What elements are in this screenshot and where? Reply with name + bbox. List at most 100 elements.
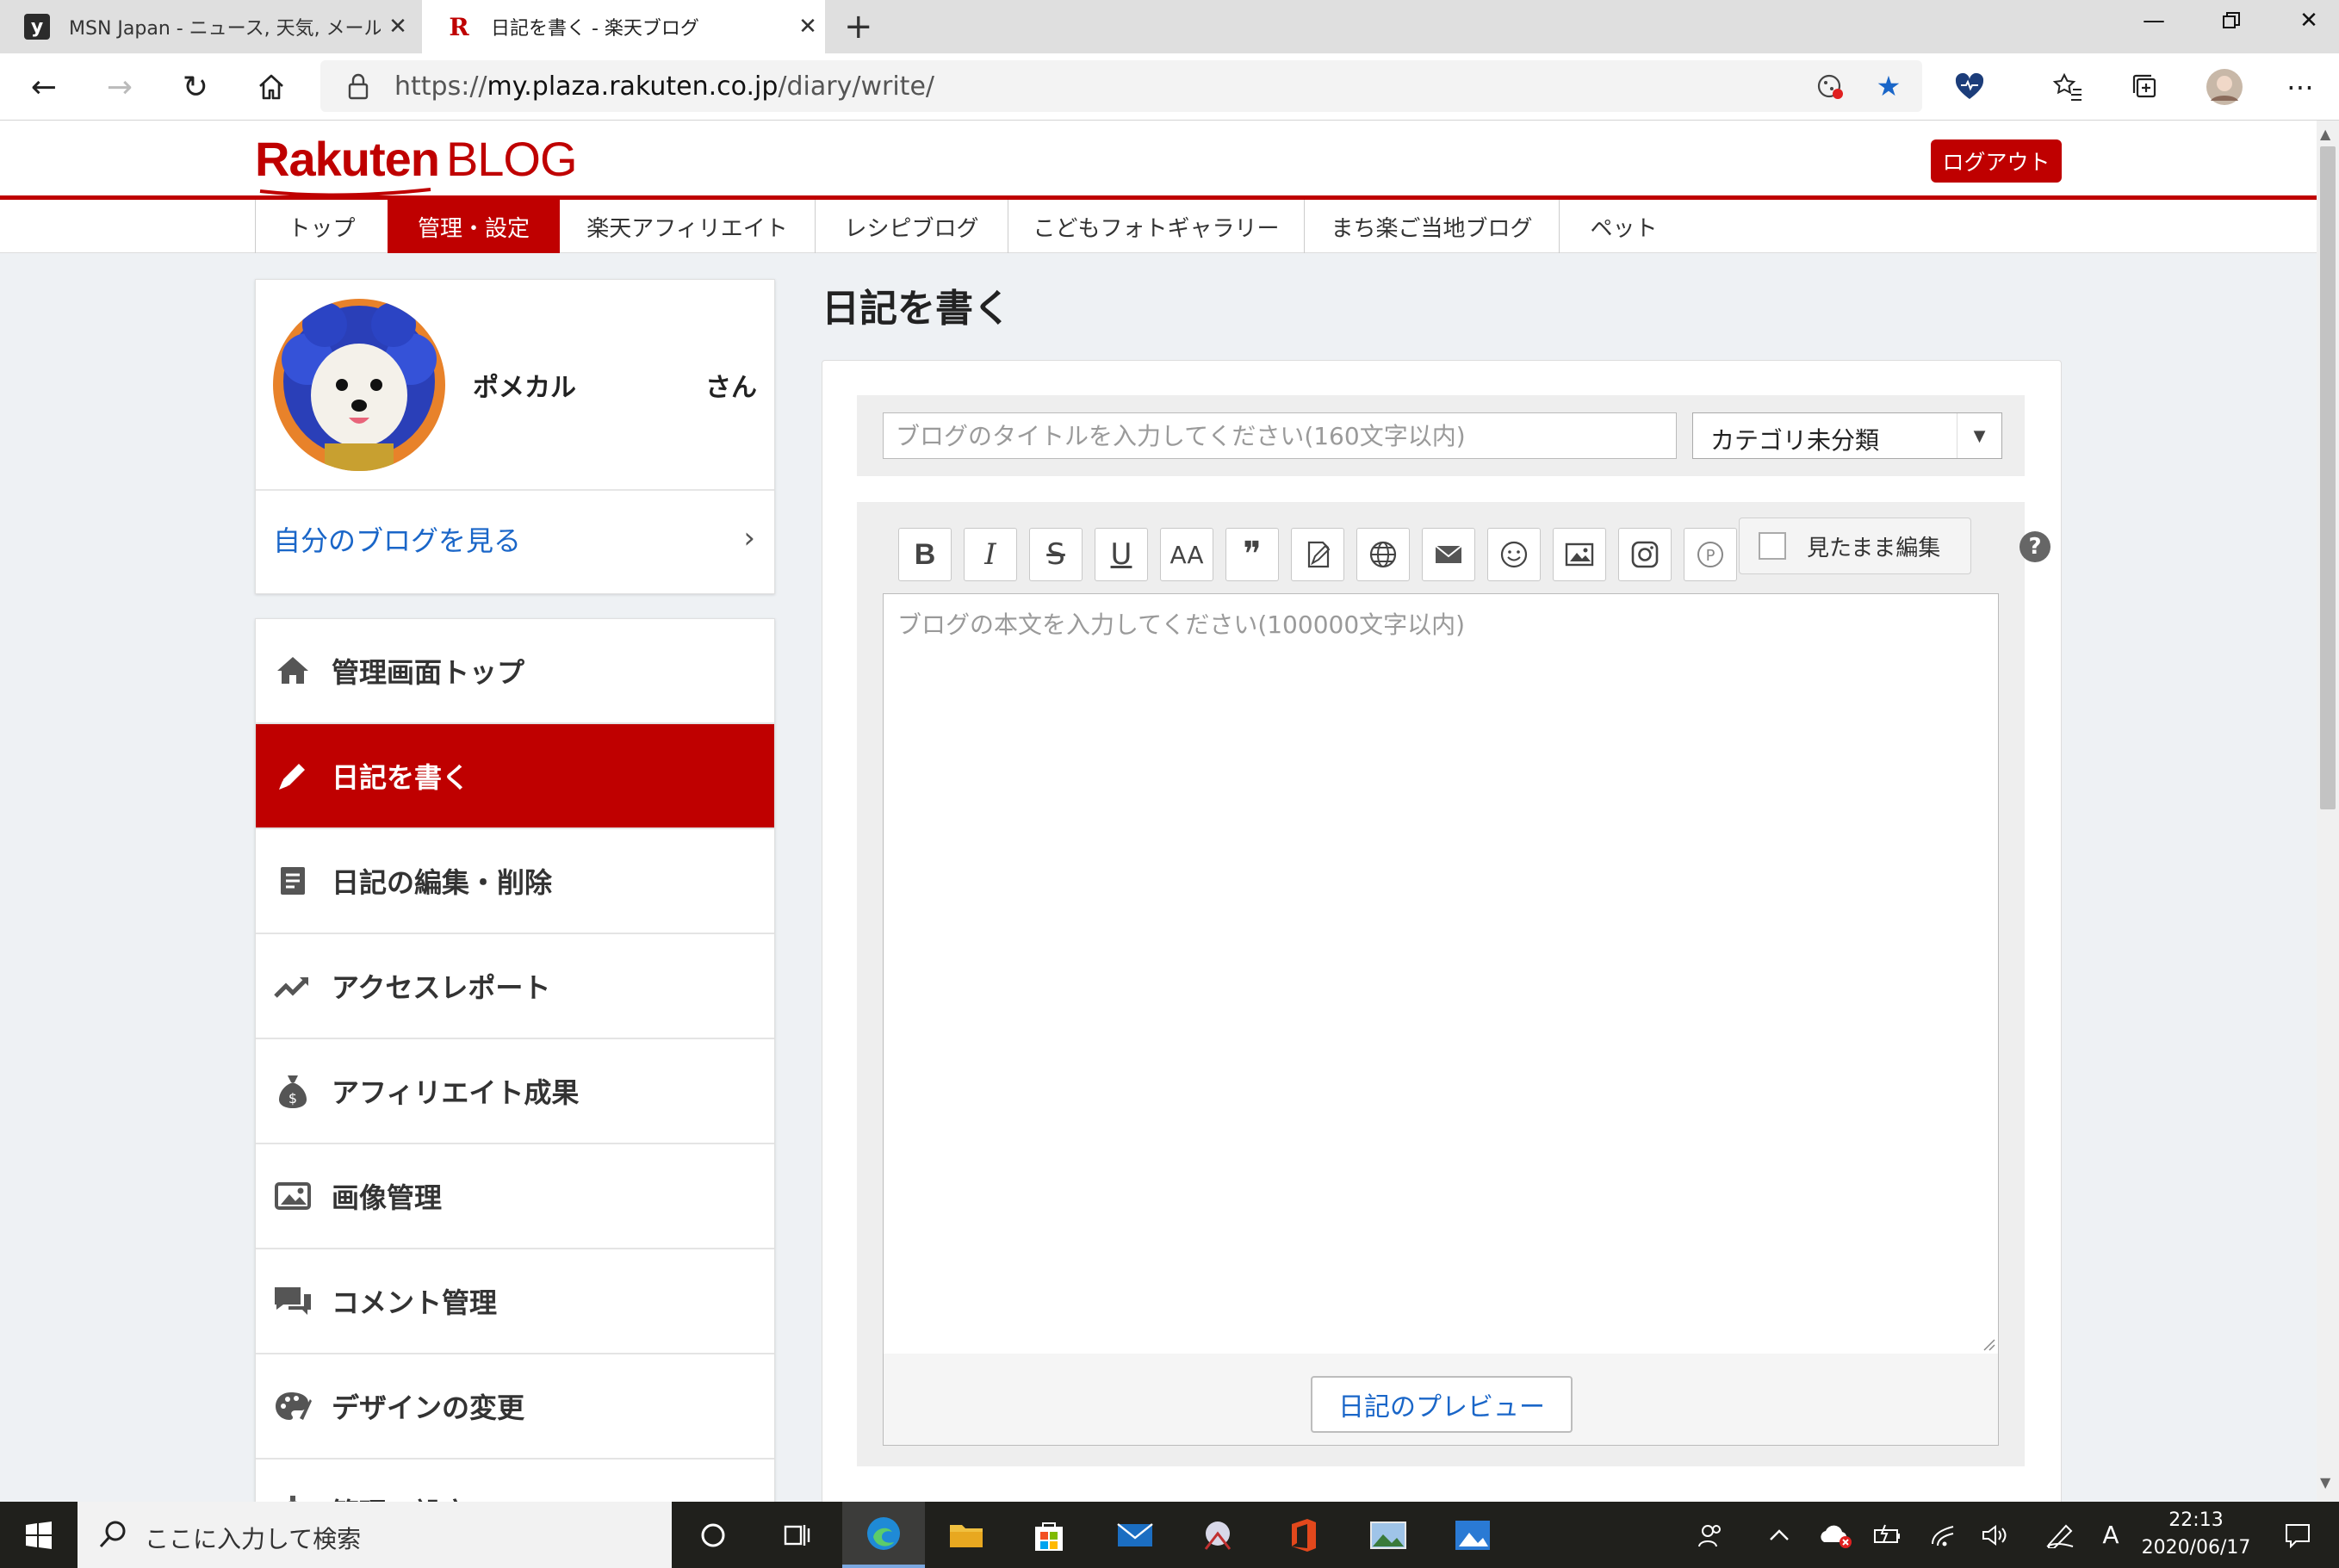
page-scrollbar[interactable]: ▲ ▼: [2317, 121, 2339, 1502]
wysiwyg-toggle[interactable]: 見たまま編集: [1739, 518, 1971, 574]
office-icon[interactable]: [1263, 1502, 1345, 1568]
collections-icon[interactable]: [2124, 65, 2167, 108]
blog-title-input[interactable]: [883, 412, 1677, 459]
dropdown-arrow-icon[interactable]: ▼: [1957, 413, 2001, 458]
mail-icon[interactable]: [1422, 528, 1475, 581]
tab-title: 日記を書く - 楽天ブログ: [491, 18, 699, 40]
logout-button[interactable]: ログアウト: [1931, 139, 2062, 183]
mail-taskbar-icon[interactable]: [1094, 1502, 1176, 1568]
sidebar-item-write-diary[interactable]: 日記を書く: [256, 724, 774, 829]
file-explorer-icon[interactable]: [925, 1502, 1008, 1568]
photo-badge-icon[interactable]: P: [1684, 528, 1737, 581]
scroll-up-icon[interactable]: ▲: [2320, 126, 2330, 142]
favorites-list-icon[interactable]: [2046, 65, 2089, 108]
home-icon[interactable]: [250, 65, 293, 108]
sidebar-item-image-management[interactable]: 画像管理: [256, 1144, 774, 1249]
blog-body-textarea[interactable]: [884, 594, 1998, 1354]
sidebar-item-edit-diary[interactable]: 日記の編集・削除: [256, 829, 774, 934]
logo-swoosh-icon: [259, 188, 431, 197]
minimize-icon[interactable]: —: [2115, 0, 2193, 41]
close-tab-icon[interactable]: ✕: [381, 14, 415, 40]
font-size-button[interactable]: AA: [1160, 528, 1213, 581]
back-icon[interactable]: ←: [22, 65, 65, 108]
wysiwyg-checkbox[interactable]: [1759, 532, 1786, 560]
preview-button[interactable]: 日記のプレビュー: [1311, 1376, 1573, 1433]
taskbar-clock[interactable]: 22:13 2020/06/17: [2134, 1507, 2258, 1562]
snipping-tool-icon[interactable]: [1176, 1502, 1259, 1568]
sidebar-item-affiliate-results[interactable]: $ アフィリエイト成果: [256, 1039, 774, 1144]
favorite-star-icon[interactable]: ★: [1867, 65, 1910, 108]
new-tab-icon[interactable]: +: [844, 7, 873, 46]
sidebar-item-label: アフィリエイト成果: [332, 1076, 580, 1109]
pen-workspace-icon[interactable]: [2038, 1502, 2082, 1568]
more-menu-icon[interactable]: ⋯: [2279, 65, 2322, 108]
scroll-down-icon[interactable]: ▼: [2320, 1474, 2330, 1491]
instagram-icon[interactable]: [1618, 528, 1672, 581]
scroll-thumb[interactable]: [2320, 146, 2336, 809]
close-tab-icon[interactable]: ✕: [791, 14, 825, 40]
battery-icon[interactable]: [1867, 1502, 1908, 1568]
sidebar-item-access-report[interactable]: アクセスレポート: [256, 934, 774, 1039]
avatar[interactable]: [273, 299, 445, 471]
restore-icon[interactable]: [2193, 0, 2270, 41]
sidebar-item-label: アクセスレポート: [332, 971, 551, 1004]
emoji-icon[interactable]: [1487, 528, 1541, 581]
forward-icon[interactable]: →: [98, 65, 141, 108]
y-logo-icon: y: [24, 14, 50, 40]
browser-tab-rakuten[interactable]: R 日記を書く - 楽天ブログ ✕: [422, 0, 825, 53]
edit-note-icon[interactable]: [1291, 528, 1344, 581]
page-title: 日記を書く: [822, 287, 1011, 331]
nav-settings[interactable]: 管理・設定: [388, 200, 560, 253]
category-select[interactable]: カテゴリ未分類 ▼: [1692, 412, 2002, 459]
taskbar-search-box[interactable]: ここに入力して検索: [78, 1502, 672, 1568]
photo-app-icon[interactable]: [1347, 1502, 1430, 1568]
heart-pulse-icon[interactable]: [1948, 65, 1991, 108]
rakuten-blog-logo[interactable]: Rakuten BLOG: [255, 131, 578, 187]
lock-icon: [348, 73, 369, 100]
wifi-icon[interactable]: [1922, 1502, 1964, 1568]
nav-top[interactable]: トップ: [255, 200, 388, 253]
sidebar-item-label: 管理画面トップ: [332, 656, 525, 689]
sidebar-item-design-change[interactable]: デザインの変更: [256, 1354, 774, 1460]
onedrive-error-icon[interactable]: [1814, 1502, 1858, 1568]
store-icon[interactable]: [1008, 1502, 1090, 1568]
quote-button[interactable]: ❞: [1225, 528, 1279, 581]
tracking-prevention-icon[interactable]: [1809, 65, 1852, 108]
profile-avatar[interactable]: [2203, 65, 2246, 108]
chevron-right-icon[interactable]: ›: [743, 521, 755, 555]
view-my-blog-link[interactable]: 自分のブログを見る: [273, 519, 521, 559]
browser-tab-msn[interactable]: y MSN Japan - ニュース, 天気, メール ( ✕: [0, 0, 415, 53]
italic-button[interactable]: I: [964, 528, 1017, 581]
notification-center-icon[interactable]: [2274, 1502, 2322, 1568]
ime-indicator[interactable]: A: [2091, 1502, 2131, 1568]
help-icon[interactable]: ?: [2019, 531, 2051, 562]
nav-recipe-blog[interactable]: レシピブログ: [815, 200, 1008, 253]
nav-local-blog[interactable]: まち楽ご当地ブログ: [1304, 200, 1559, 253]
volume-icon[interactable]: [1974, 1502, 2015, 1568]
address-bar[interactable]: https://my.plaza.rakuten.co.jp/diary/wri…: [320, 60, 1922, 112]
nav-pet[interactable]: ペット: [1559, 200, 1688, 253]
sidebar-item-admin-top[interactable]: 管理画面トップ: [256, 619, 774, 724]
body-editor-panel: B I S U AA ❞ P 見たまま編集 ? ブログの本文を入力してください(…: [857, 502, 2051, 1466]
bold-button[interactable]: B: [898, 528, 952, 581]
cortana-icon[interactable]: [672, 1502, 754, 1568]
photos-icon[interactable]: [1431, 1502, 1514, 1568]
palette-icon: [273, 1386, 313, 1426]
nav-affiliate[interactable]: 楽天アフィリエイト: [560, 200, 815, 253]
strikethrough-button[interactable]: S: [1029, 528, 1083, 581]
people-icon[interactable]: [1690, 1502, 1731, 1568]
underline-button[interactable]: U: [1095, 528, 1148, 581]
sidebar-item-comment-management[interactable]: コメント管理: [256, 1249, 774, 1354]
refresh-icon[interactable]: ↻: [174, 65, 217, 108]
insert-image-icon[interactable]: [1553, 528, 1606, 581]
close-window-icon[interactable]: ✕: [2270, 0, 2339, 41]
resize-grip-icon[interactable]: [1981, 1336, 1996, 1352]
svg-text:P: P: [1706, 547, 1715, 565]
sidebar-item-label: 日記を書く: [332, 761, 470, 794]
windows-start-icon[interactable]: [0, 1502, 78, 1568]
link-globe-icon[interactable]: [1356, 528, 1410, 581]
show-hidden-icons-icon[interactable]: [1759, 1502, 1800, 1568]
edge-taskbar-icon[interactable]: [842, 1502, 925, 1568]
task-view-icon[interactable]: [754, 1502, 837, 1568]
nav-kids-photo[interactable]: こどもフォトギャラリー: [1008, 200, 1304, 253]
